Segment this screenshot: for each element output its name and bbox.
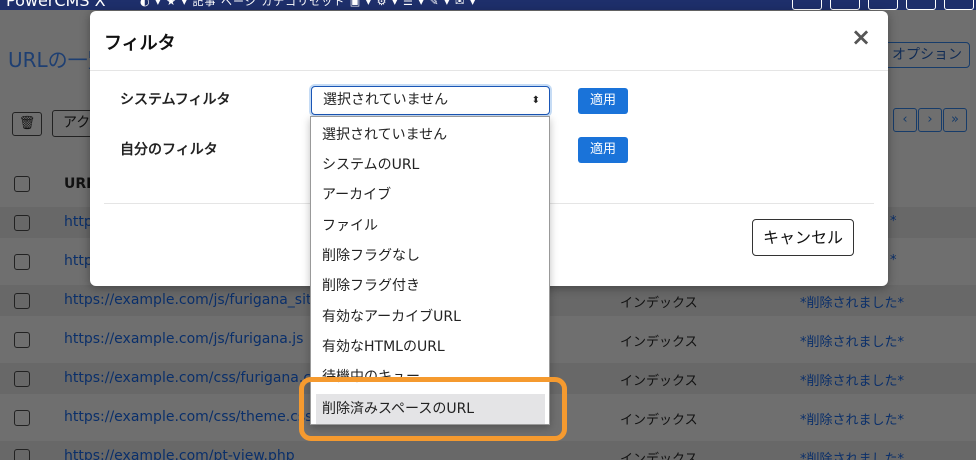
url-link[interactable]: https://example.com/css/theme.css [64,409,312,425]
row-checkbox[interactable] [14,449,30,460]
row-checkbox[interactable] [14,293,30,309]
modal-header: フィルタ × [90,11,888,71]
system-filter-label: システムフィルタ [120,92,231,108]
row-checkbox[interactable] [14,332,30,348]
toolbar-button[interactable] [944,0,974,10]
apply-my-filter-button[interactable]: 適用 [578,137,628,163]
url-link[interactable]: http [64,253,93,269]
close-icon[interactable]: × [850,25,872,49]
system-filter-select[interactable]: 選択されていません ⬍ [311,86,550,115]
url-link[interactable]: https://example.com/pt-view.php [64,448,295,460]
dropdown-option[interactable]: ファイル [311,211,549,241]
status-text: *削除されました* [800,452,905,460]
status-text: *削除されました* [800,413,905,428]
url-link[interactable]: https://example.com/js/furigana_site [64,292,320,308]
system-filter-dropdown: 選択されていません システムのURL アーカイブ ファイル 削除フラグなし 削除… [310,116,550,425]
toolbar-button[interactable] [868,0,898,10]
top-navbar: PowerCMS X ◐ ▾ ★ ▾ 記事 ページ カテゴリセット ▣ ▾ ⚙ … [0,0,976,10]
type-text: インデックス [620,374,698,389]
modal-title: フィルタ [104,33,176,54]
dropdown-option[interactable]: 有効なアーカイブURL [311,302,549,332]
action-select[interactable]: アクション [52,110,94,137]
type-text: インデックス [620,296,698,311]
url-link[interactable]: http [64,214,93,230]
options-button[interactable]: オプション [884,42,970,68]
url-link[interactable]: https://example.com/css/furigana.cs [64,370,318,386]
dropdown-option[interactable]: 有効なHTMLのURL [311,332,549,362]
toolbar-button[interactable] [830,0,860,10]
dropdown-option[interactable]: 削除フラグ付き [311,271,549,301]
toolbar-button[interactable] [792,0,822,10]
status-text: * [890,214,897,229]
status-text: *削除されました* [800,296,905,311]
row-checkbox[interactable] [14,254,30,270]
dropdown-option[interactable]: 待機中のキュー [311,362,549,392]
dropdown-option-highlighted[interactable]: 削除済みスペースのURL [316,394,545,424]
dropdown-option[interactable]: アーカイブ [311,180,549,210]
cancel-button[interactable]: キャンセル [752,219,854,256]
dropdown-option[interactable]: 削除フラグなし [311,241,549,271]
toolbar-button[interactable] [906,0,936,10]
status-text: *削除されました* [800,374,905,389]
app-brand[interactable]: PowerCMS X [6,0,106,10]
row-checkbox[interactable] [14,410,30,426]
row-checkbox[interactable] [14,371,30,387]
type-text: インデックス [620,413,698,428]
select-all-checkbox[interactable] [14,176,30,192]
table-row: https://example.com/pt-view.php インデックス *… [0,441,976,460]
pager-next-button[interactable]: › [918,108,942,132]
trash-icon[interactable]: 🗑 [12,112,42,136]
apply-system-filter-button[interactable]: 適用 [578,88,628,114]
dropdown-option[interactable]: 選択されていません [311,120,549,150]
pager-last-button[interactable]: » [943,108,967,132]
top-nav-menu[interactable]: ◐ ▾ ★ ▾ 記事 ページ カテゴリセット ▣ ▾ ⚙ ▾ ☰ ▾ ✎ ▾ ✉… [140,0,476,9]
type-text: インデックス [620,452,698,460]
row-checkbox[interactable] [14,215,30,231]
url-link[interactable]: https://example.com/js/furigana.js [64,331,303,347]
system-filter-value: 選択されていません [323,92,449,108]
my-filter-label: 自分のフィルタ [120,142,218,158]
type-text: インデックス [620,335,698,350]
pager-prev-button[interactable]: ‹ [893,108,917,132]
dropdown-option[interactable]: システムのURL [311,150,549,180]
status-text: *削除されました* [800,335,905,350]
status-text: * [890,253,897,268]
chevron-updown-icon: ⬍ [531,95,540,106]
